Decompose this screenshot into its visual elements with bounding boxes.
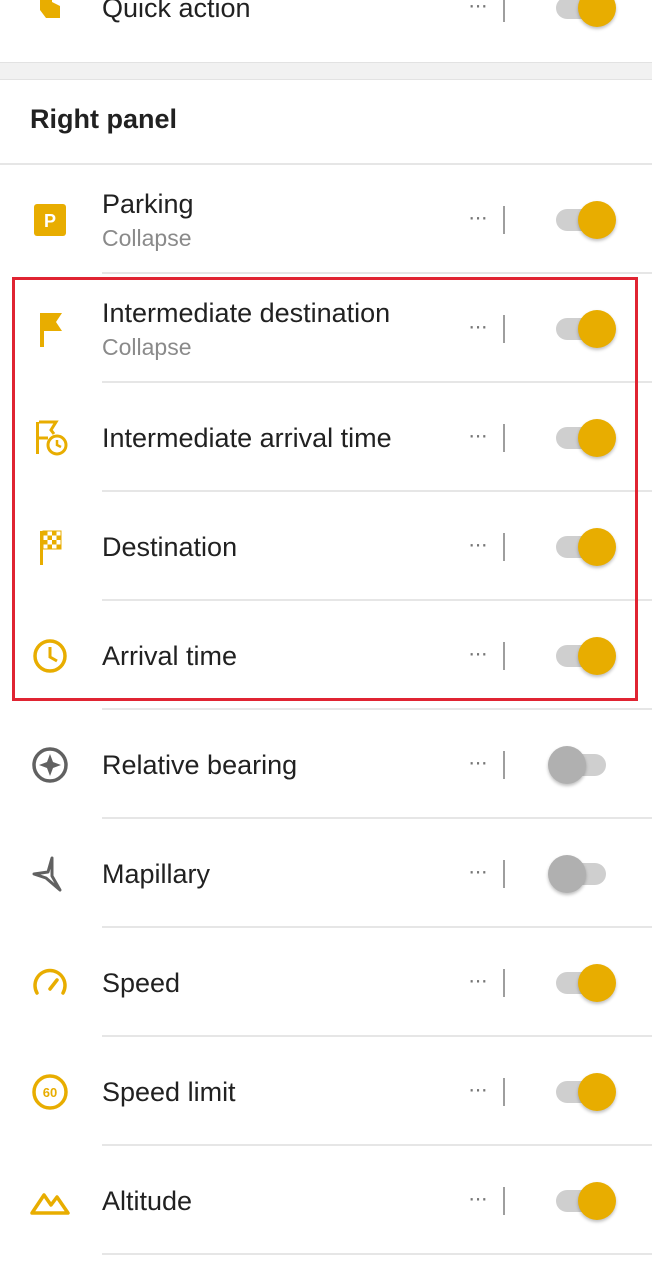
mountain-icon bbox=[28, 1179, 72, 1223]
separator bbox=[503, 750, 505, 779]
widget-toggle[interactable] bbox=[556, 963, 616, 1002]
flag-clock-icon bbox=[28, 416, 72, 460]
widget-toggle[interactable] bbox=[556, 200, 616, 239]
more-options-icon[interactable]: ··· bbox=[468, 0, 488, 18]
widget-sublabel: Collapse bbox=[102, 333, 192, 360]
widget-toggle[interactable] bbox=[556, 1181, 616, 1220]
checkered-flag-icon bbox=[28, 525, 72, 569]
widget-toggle[interactable] bbox=[556, 636, 616, 675]
widget-toggle[interactable] bbox=[556, 1072, 616, 1111]
widget-label: Relative bearing bbox=[102, 749, 298, 780]
widget-row-parking[interactable]: P Parking Collapse ··· bbox=[0, 165, 652, 274]
more-options-icon[interactable]: ··· bbox=[468, 858, 488, 884]
widget-label: Intermediate arrival time bbox=[102, 422, 392, 453]
widget-row-altitude[interactable]: Altitude ··· bbox=[0, 1146, 652, 1255]
separator bbox=[503, 968, 505, 997]
widget-row-relative-bearing[interactable]: Relative bearing ··· bbox=[0, 710, 652, 819]
quick-action-toggle[interactable] bbox=[556, 0, 616, 27]
separator bbox=[503, 1077, 505, 1106]
widget-row-mapillary[interactable]: Mapillary ··· bbox=[0, 819, 652, 928]
separator bbox=[503, 641, 505, 670]
widget-sublabel: Collapse bbox=[102, 224, 192, 251]
quick-action-row[interactable]: Quick action ··· bbox=[0, 0, 652, 62]
widget-toggle[interactable] bbox=[556, 527, 616, 566]
widget-row-destination[interactable]: Destination ··· bbox=[0, 492, 652, 601]
speedometer-icon bbox=[28, 961, 72, 1005]
separator bbox=[503, 0, 505, 22]
more-options-icon[interactable]: ··· bbox=[468, 967, 488, 993]
widget-label: Arrival time bbox=[102, 640, 238, 671]
more-options-icon[interactable]: ··· bbox=[468, 749, 488, 775]
widget-row-intermediate-arrival-time[interactable]: Intermediate arrival time ··· bbox=[0, 383, 652, 492]
widget-toggle[interactable] bbox=[556, 418, 616, 457]
widget-label: Parking Collapse bbox=[102, 188, 194, 251]
flag-icon bbox=[28, 307, 72, 351]
widget-label: Mapillary bbox=[102, 858, 211, 889]
widget-toggle[interactable] bbox=[548, 854, 606, 893]
widget-label: Speed bbox=[102, 967, 181, 998]
section-separator bbox=[0, 62, 652, 80]
more-options-icon[interactable]: ··· bbox=[468, 531, 488, 557]
widget-row-speed[interactable]: Speed ··· bbox=[0, 928, 652, 1037]
separator bbox=[503, 423, 505, 452]
separator bbox=[503, 314, 505, 343]
speed-limit-icon: 60 bbox=[28, 1070, 72, 1114]
widget-toggle[interactable] bbox=[548, 745, 606, 784]
separator bbox=[503, 1186, 505, 1215]
more-options-icon[interactable]: ··· bbox=[468, 204, 488, 230]
widget-label: Intermediate destination Collapse bbox=[102, 297, 391, 360]
more-options-icon[interactable]: ··· bbox=[468, 1076, 488, 1102]
compass-icon bbox=[28, 743, 72, 787]
hand-tap-icon bbox=[28, 0, 72, 30]
more-options-icon[interactable]: ··· bbox=[468, 313, 488, 339]
clock-icon bbox=[28, 634, 72, 678]
widget-label: Destination bbox=[102, 531, 238, 562]
mapillary-icon bbox=[28, 852, 72, 896]
widget-row-intermediate-destination[interactable]: Intermediate destination Collapse ··· bbox=[0, 274, 652, 383]
separator bbox=[503, 205, 505, 234]
section-title: Right panel bbox=[30, 104, 177, 134]
parking-icon: P bbox=[28, 198, 72, 242]
row-divider bbox=[102, 1253, 652, 1255]
widget-label: Altitude bbox=[102, 1185, 193, 1216]
widget-row-speed-limit[interactable]: 60 Speed limit ··· bbox=[0, 1037, 652, 1146]
more-options-icon[interactable]: ··· bbox=[468, 640, 488, 666]
svg-text:P: P bbox=[44, 211, 56, 231]
separator bbox=[503, 859, 505, 888]
separator bbox=[503, 532, 505, 561]
widget-toggle[interactable] bbox=[556, 309, 616, 348]
widget-label: Speed limit bbox=[102, 1076, 236, 1107]
widget-row-arrival-time[interactable]: Arrival time ··· bbox=[0, 601, 652, 710]
more-options-icon[interactable]: ··· bbox=[468, 1185, 488, 1211]
more-options-icon[interactable]: ··· bbox=[468, 422, 488, 448]
quick-action-label: Quick action bbox=[102, 0, 251, 23]
svg-text:60: 60 bbox=[43, 1085, 57, 1100]
